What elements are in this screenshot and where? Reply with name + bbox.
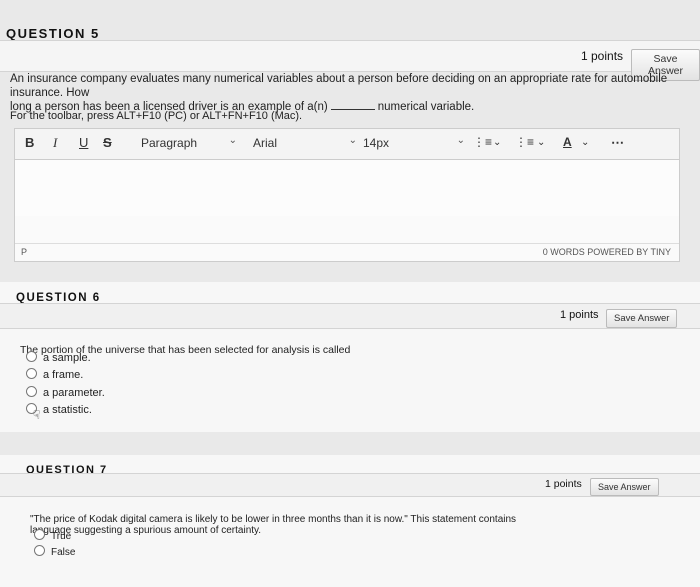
bold-button[interactable]: B [25,135,34,150]
chevron-down-icon[interactable]: ⌄ [493,137,501,148]
radio-button[interactable] [34,545,45,556]
radio-button[interactable] [34,529,45,540]
question-6-option-2-label: a frame. [43,369,84,381]
question-7-text: "The price of Kodak digital camera is li… [30,514,516,536]
question-7-option-false-label: False [51,547,76,558]
bulleted-list-icon[interactable]: ⋮≡ [473,135,492,149]
question-7-option-true[interactable]: True [34,529,71,542]
question-7-option-true-label: True [51,531,72,542]
question-5-title: QUESTION 5 [6,26,100,41]
underline-button[interactable]: U [79,135,88,150]
editor-toolbar: B I U S Paragraph ⌄ Arial ⌄ 14px ⌄ ⋮≡ ⌄ … [15,129,679,160]
chevron-down-icon: ⌄ [228,135,237,146]
radio-button[interactable] [26,386,37,397]
question-6-option-1[interactable]: a sample. [26,351,91,364]
paragraph-dropdown-value: Paragraph [141,136,198,150]
radio-button[interactable] [26,368,37,379]
font-family-dropdown-value: Arial [253,136,278,150]
chevron-down-icon: ⌄ [456,135,465,146]
question-6-option-4-label: a statistic. [43,404,92,416]
word-count: 0 WORDS POWERED BY TINY [542,247,671,257]
italic-button[interactable]: I [53,135,57,151]
question-5-text-line-1: An insurance company evaluates many nume… [10,73,668,99]
chevron-down-icon: ⌄ [348,135,357,146]
font-size-dropdown[interactable]: 14px ⌄ [359,133,469,153]
question-7-option-false[interactable]: False [34,545,75,558]
question-6-option-2[interactable]: a frame. [26,368,83,381]
question-7-points: 1 points [545,478,582,490]
mouse-cursor-icon: ☟ [33,408,41,422]
question-7-save-button[interactable]: Save Answer [590,478,659,496]
answer-blank [330,109,375,110]
question-5-text: An insurance company evaluates many nume… [10,72,700,114]
chevron-down-icon[interactable]: ⌄ [581,137,589,148]
text-color-icon[interactable]: A [563,135,572,149]
toolbar-hint: For the toolbar, press ALT+F10 (PC) or A… [10,110,303,122]
font-family-dropdown[interactable]: Arial ⌄ [249,133,361,153]
rich-text-editor: B I U S Paragraph ⌄ Arial ⌄ 14px ⌄ ⋮≡ ⌄ … [14,128,680,262]
question-5-text-line-2-part-2: numerical variable. [377,101,475,113]
question-6-option-3-label: a parameter. [43,387,105,399]
question-6-points: 1 points [560,309,599,321]
answer-text-area[interactable] [15,160,679,216]
more-options-icon[interactable]: ⋯ [611,135,624,151]
question-7-text-line-1: "The price of Kodak digital camera is li… [30,514,517,525]
question-6-option-1-label: a sample. [43,352,91,364]
font-size-dropdown-value: 14px [363,136,390,150]
chevron-down-icon[interactable]: ⌄ [537,137,545,148]
editor-statusbar: P 0 WORDS POWERED BY TINY [15,243,679,261]
question-7-text-line-2: language suggesting a spurious amount of… [30,525,262,536]
element-path: P [21,247,28,257]
question-6-option-3[interactable]: a parameter. [26,386,105,399]
strikethrough-button[interactable]: S [103,135,112,150]
paragraph-dropdown[interactable]: Paragraph ⌄ [137,133,241,153]
radio-button[interactable] [26,351,37,362]
question-5-points: 1 points [581,49,624,63]
question-6-save-button[interactable]: Save Answer [606,309,678,328]
numbered-list-icon[interactable]: ⋮≡ [515,135,534,149]
